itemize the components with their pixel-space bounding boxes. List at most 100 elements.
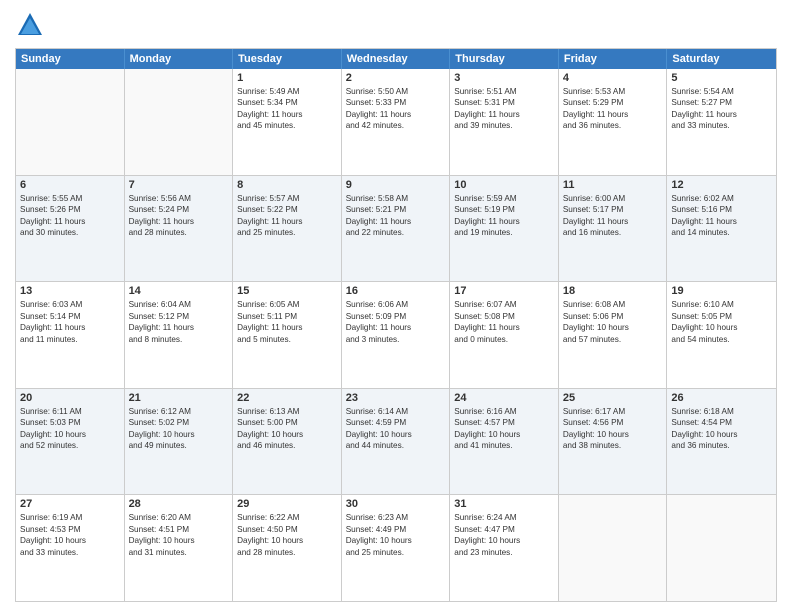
cell-line: Daylight: 11 hours: [237, 216, 337, 227]
day-number: 17: [454, 285, 554, 297]
cell-line: and 57 minutes.: [563, 334, 663, 345]
day-cell-12: 12Sunrise: 6:02 AMSunset: 5:16 PMDayligh…: [667, 176, 776, 282]
day-cell-22: 22Sunrise: 6:13 AMSunset: 5:00 PMDayligh…: [233, 389, 342, 495]
day-number: 12: [671, 179, 772, 191]
cell-line: Sunset: 5:16 PM: [671, 204, 772, 215]
day-cell-10: 10Sunrise: 5:59 AMSunset: 5:19 PMDayligh…: [450, 176, 559, 282]
cell-line: Sunrise: 5:55 AM: [20, 193, 120, 204]
cell-line: Daylight: 11 hours: [563, 109, 663, 120]
cell-line: and 11 minutes.: [20, 334, 120, 345]
day-cell-11: 11Sunrise: 6:00 AMSunset: 5:17 PMDayligh…: [559, 176, 668, 282]
day-cell-16: 16Sunrise: 6:06 AMSunset: 5:09 PMDayligh…: [342, 282, 451, 388]
cell-line: and 23 minutes.: [454, 547, 554, 558]
header-day-saturday: Saturday: [667, 49, 776, 69]
day-number: 22: [237, 392, 337, 404]
cell-line: and 36 minutes.: [671, 440, 772, 451]
header-day-wednesday: Wednesday: [342, 49, 451, 69]
day-cell-17: 17Sunrise: 6:07 AMSunset: 5:08 PMDayligh…: [450, 282, 559, 388]
cell-line: and 44 minutes.: [346, 440, 446, 451]
cell-line: Daylight: 10 hours: [563, 322, 663, 333]
cell-line: Sunrise: 6:22 AM: [237, 512, 337, 523]
day-cell-7: 7Sunrise: 5:56 AMSunset: 5:24 PMDaylight…: [125, 176, 234, 282]
day-cell-9: 9Sunrise: 5:58 AMSunset: 5:21 PMDaylight…: [342, 176, 451, 282]
cell-line: Daylight: 10 hours: [346, 535, 446, 546]
day-number: 13: [20, 285, 120, 297]
cell-line: Daylight: 11 hours: [346, 109, 446, 120]
day-number: 27: [20, 498, 120, 510]
cell-line: Daylight: 11 hours: [454, 109, 554, 120]
day-cell-5: 5Sunrise: 5:54 AMSunset: 5:27 PMDaylight…: [667, 69, 776, 175]
day-cell-29: 29Sunrise: 6:22 AMSunset: 4:50 PMDayligh…: [233, 495, 342, 601]
day-number: 18: [563, 285, 663, 297]
cell-line: Sunrise: 5:57 AM: [237, 193, 337, 204]
cell-line: Sunset: 5:05 PM: [671, 311, 772, 322]
header-day-tuesday: Tuesday: [233, 49, 342, 69]
cell-line: Sunrise: 6:11 AM: [20, 406, 120, 417]
cell-line: and 19 minutes.: [454, 227, 554, 238]
day-number: 9: [346, 179, 446, 191]
cell-line: Sunrise: 6:12 AM: [129, 406, 229, 417]
cell-line: and 0 minutes.: [454, 334, 554, 345]
cell-line: and 36 minutes.: [563, 120, 663, 131]
cell-line: Sunrise: 6:18 AM: [671, 406, 772, 417]
calendar-row-1: 6Sunrise: 5:55 AMSunset: 5:26 PMDaylight…: [16, 176, 776, 283]
cell-line: Sunset: 5:26 PM: [20, 204, 120, 215]
day-cell-1: 1Sunrise: 5:49 AMSunset: 5:34 PMDaylight…: [233, 69, 342, 175]
day-cell-28: 28Sunrise: 6:20 AMSunset: 4:51 PMDayligh…: [125, 495, 234, 601]
day-cell-13: 13Sunrise: 6:03 AMSunset: 5:14 PMDayligh…: [16, 282, 125, 388]
cell-line: Daylight: 11 hours: [454, 216, 554, 227]
header-day-sunday: Sunday: [16, 49, 125, 69]
cell-line: Sunset: 5:03 PM: [20, 417, 120, 428]
cell-line: Sunset: 5:34 PM: [237, 97, 337, 108]
cell-line: Daylight: 11 hours: [129, 216, 229, 227]
cell-line: and 42 minutes.: [346, 120, 446, 131]
day-cell-6: 6Sunrise: 5:55 AMSunset: 5:26 PMDaylight…: [16, 176, 125, 282]
cell-line: and 49 minutes.: [129, 440, 229, 451]
cell-line: Sunrise: 5:51 AM: [454, 86, 554, 97]
day-number: 28: [129, 498, 229, 510]
day-cell-23: 23Sunrise: 6:14 AMSunset: 4:59 PMDayligh…: [342, 389, 451, 495]
cell-line: Daylight: 10 hours: [454, 535, 554, 546]
cell-line: Sunset: 4:57 PM: [454, 417, 554, 428]
cell-line: Sunset: 5:29 PM: [563, 97, 663, 108]
cell-line: and 31 minutes.: [129, 547, 229, 558]
cell-line: Sunrise: 6:06 AM: [346, 299, 446, 310]
calendar-row-3: 20Sunrise: 6:11 AMSunset: 5:03 PMDayligh…: [16, 389, 776, 496]
empty-cell-0-0: [16, 69, 125, 175]
day-number: 4: [563, 72, 663, 84]
day-cell-15: 15Sunrise: 6:05 AMSunset: 5:11 PMDayligh…: [233, 282, 342, 388]
day-number: 25: [563, 392, 663, 404]
page: SundayMondayTuesdayWednesdayThursdayFrid…: [0, 0, 792, 612]
cell-line: and 8 minutes.: [129, 334, 229, 345]
cell-line: Sunrise: 6:14 AM: [346, 406, 446, 417]
cell-line: and 41 minutes.: [454, 440, 554, 451]
day-number: 15: [237, 285, 337, 297]
cell-line: Daylight: 11 hours: [237, 322, 337, 333]
day-number: 14: [129, 285, 229, 297]
cell-line: Sunrise: 6:04 AM: [129, 299, 229, 310]
logo: [15, 10, 49, 40]
cell-line: Daylight: 11 hours: [20, 322, 120, 333]
cell-line: Sunrise: 6:05 AM: [237, 299, 337, 310]
cell-line: Sunset: 5:33 PM: [346, 97, 446, 108]
day-cell-2: 2Sunrise: 5:50 AMSunset: 5:33 PMDaylight…: [342, 69, 451, 175]
day-cell-31: 31Sunrise: 6:24 AMSunset: 4:47 PMDayligh…: [450, 495, 559, 601]
logo-icon: [15, 10, 45, 40]
header: [15, 10, 777, 40]
day-number: 3: [454, 72, 554, 84]
day-number: 31: [454, 498, 554, 510]
cell-line: Sunrise: 5:59 AM: [454, 193, 554, 204]
cell-line: and 45 minutes.: [237, 120, 337, 131]
day-number: 24: [454, 392, 554, 404]
header-day-thursday: Thursday: [450, 49, 559, 69]
cell-line: Sunrise: 6:10 AM: [671, 299, 772, 310]
cell-line: Sunset: 5:09 PM: [346, 311, 446, 322]
cell-line: Daylight: 10 hours: [454, 429, 554, 440]
cell-line: and 33 minutes.: [20, 547, 120, 558]
cell-line: Sunset: 4:59 PM: [346, 417, 446, 428]
cell-line: Sunset: 4:56 PM: [563, 417, 663, 428]
cell-line: Daylight: 11 hours: [671, 216, 772, 227]
day-number: 23: [346, 392, 446, 404]
cell-line: and 30 minutes.: [20, 227, 120, 238]
cell-line: Sunset: 5:06 PM: [563, 311, 663, 322]
